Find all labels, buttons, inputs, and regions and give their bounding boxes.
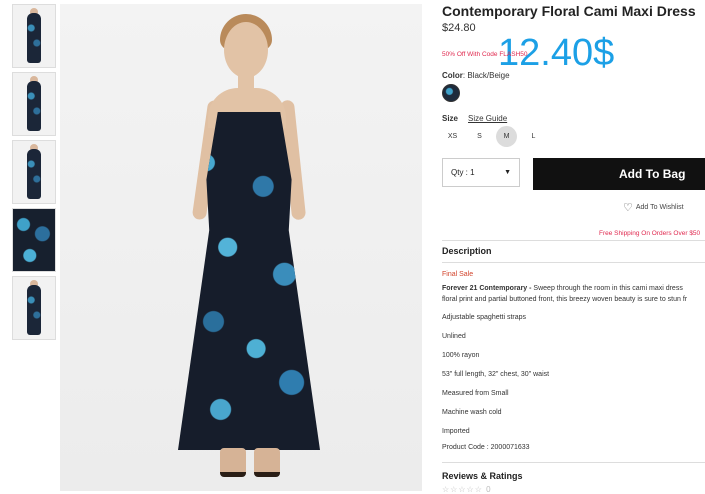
divider [442, 262, 705, 263]
quantity-select[interactable]: Qty : 1 ▼ [442, 158, 520, 187]
free-shipping-notice: Free Shipping On Orders Over $50 [599, 230, 701, 237]
thumbnail-front[interactable] [12, 4, 56, 68]
color-value: : Black/Beige [462, 71, 510, 80]
size-row: Size Size Guide [442, 114, 507, 123]
heart-icon: ♡ [623, 202, 633, 214]
size-guide-link[interactable]: Size Guide [468, 114, 507, 123]
size-label: Size [442, 114, 459, 123]
size-option-l[interactable]: L [523, 126, 544, 147]
size-option-m[interactable]: M [496, 126, 517, 147]
promo-text: 50% Off With Code FLASH50 [442, 51, 528, 58]
main-product-image[interactable] [60, 4, 422, 491]
product-title: Contemporary Floral Cami Maxi Dress [442, 3, 696, 19]
spec-item: Unlined [442, 333, 466, 340]
caret-down-icon: ▼ [504, 169, 511, 176]
description-heading[interactable]: Description [442, 246, 492, 256]
divider [442, 240, 705, 241]
description-text: Forever 21 Contemporary - Sweep through … [442, 283, 705, 305]
thumbnail-fabric-detail[interactable] [12, 208, 56, 272]
color-label: Color [442, 71, 463, 80]
description-brand: Forever 21 Contemporary - [442, 285, 532, 292]
divider [442, 462, 705, 463]
size-option-xs[interactable]: XS [442, 126, 463, 147]
spec-item: Machine wash cold [442, 409, 502, 416]
quantity-value: Qty : 1 [451, 168, 475, 177]
size-option-s[interactable]: S [469, 126, 490, 147]
product-price: $24.80 [442, 22, 476, 34]
final-sale-label: Final Sale [442, 271, 474, 278]
thumbnail-side[interactable] [12, 72, 56, 136]
spec-item: Adjustable spaghetti straps [442, 314, 527, 321]
spec-item: Measured from Small [442, 390, 509, 397]
thumbnail-back[interactable] [12, 140, 56, 204]
description-line-2: floral print and partial buttoned front,… [442, 296, 688, 303]
reviews-heading[interactable]: Reviews & Ratings [442, 471, 523, 481]
size-options: XS S M L [442, 126, 544, 147]
add-to-bag-button[interactable]: Add To Bag [533, 158, 705, 190]
wishlist-label: Add To Wishlist [635, 204, 684, 211]
color-row: Color: Black/Beige [442, 71, 510, 80]
thumbnail-full[interactable] [12, 276, 56, 340]
color-swatch-black-beige[interactable] [442, 84, 460, 102]
thumbnail-list [12, 4, 56, 344]
rating-stars: ☆☆☆☆☆ 0 [442, 485, 492, 494]
spec-item: 53" full length, 32" chest, 30" waist [442, 371, 550, 378]
product-code: Product Code : 2000071633 [442, 444, 530, 451]
description-line-1: Sweep through the room in this cami maxi… [531, 285, 683, 292]
spec-item: Imported [442, 428, 470, 435]
spec-item: 100% rayon [442, 352, 480, 359]
add-to-wishlist-link[interactable]: ♡ Add To Wishlist [623, 201, 684, 214]
